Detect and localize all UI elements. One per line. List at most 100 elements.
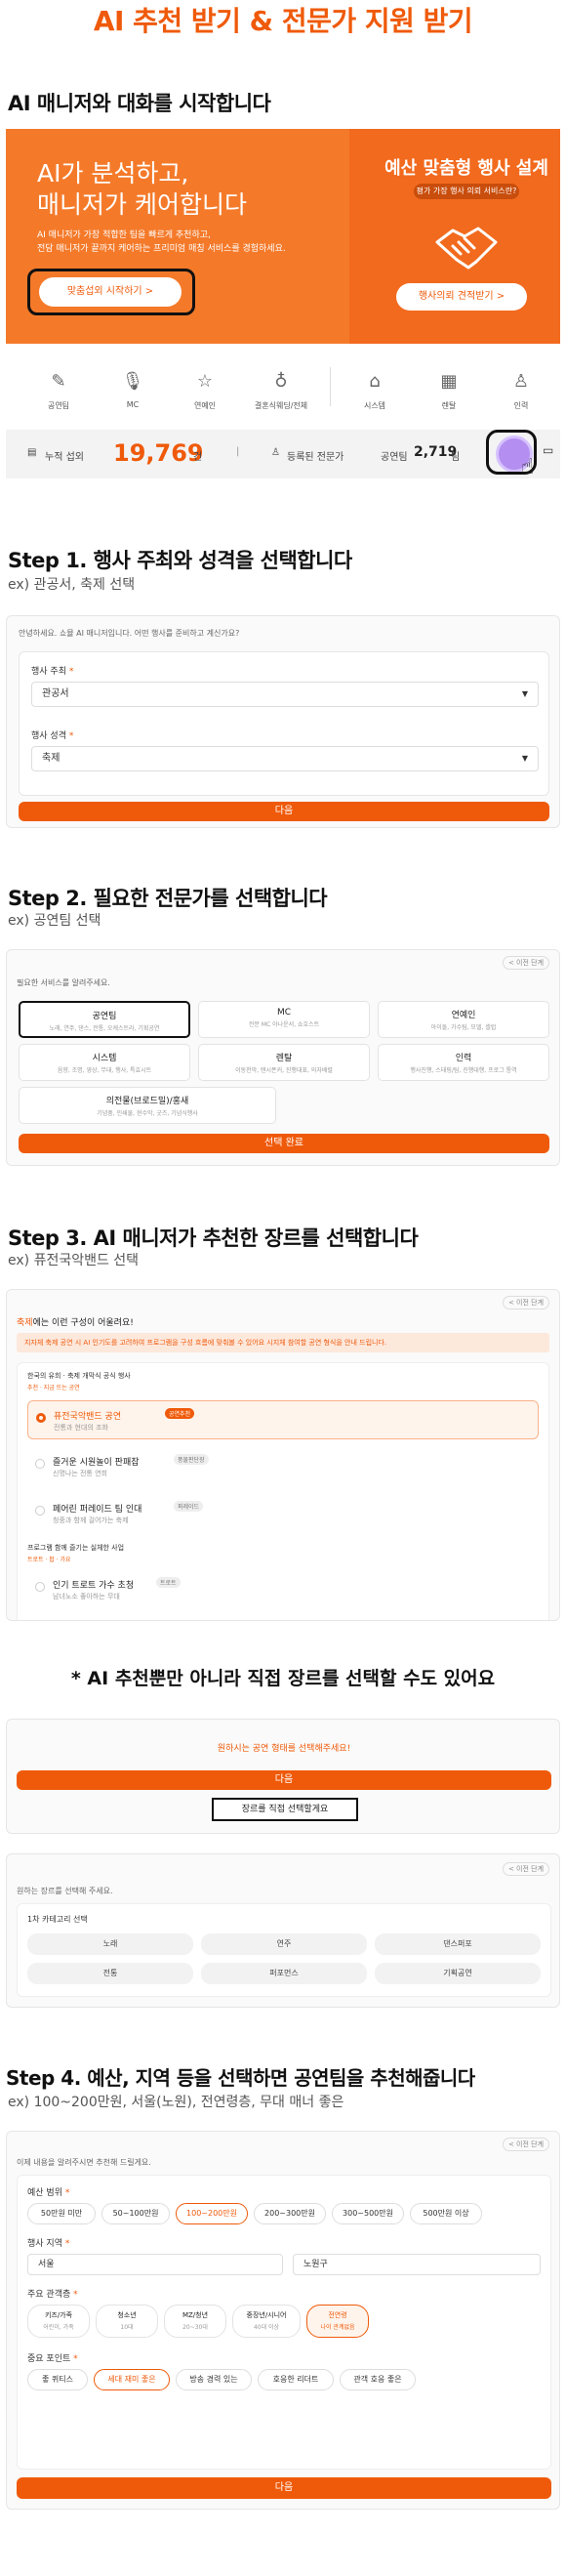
category-system[interactable]: ⌂ 시스템 <box>344 371 406 411</box>
step4-next-button[interactable]: 다음 <box>17 2477 551 2499</box>
request-quote-button[interactable]: 행사의뢰 견적받기 > <box>396 283 527 311</box>
type-select[interactable]: 축제 ▼ <box>31 746 539 771</box>
hero-right-pill: 평가 가장 행사 의뢰 서비스란? <box>414 184 519 199</box>
point-option[interactable]: 관객 호응 좋은 <box>340 2369 416 2390</box>
section-heading-chat: AI 매니저와 대화를 시작합니다 <box>8 92 271 115</box>
step3-panel: < 이전 단계 축제에는 이런 구성이 어울려요! 지자체 축제 공연 시 AI… <box>6 1289 560 1621</box>
audience-mz[interactable]: MZ/청년 20~30대 <box>164 2305 226 2338</box>
step2-heading: Step 2. 필요한 전문가를 선택합니다 <box>8 887 328 910</box>
category-rental[interactable]: ▦ 렌탈 <box>418 371 480 411</box>
option-trot[interactable]: 인기 트로트 가수 초청 트로트 남녀노소 좋아하는 무대 <box>27 1570 539 1609</box>
step4-heading: Step 4. 예산, 지역 등을 선택하면 공연팀을 추천해줍니다 <box>6 2066 475 2090</box>
budget-option[interactable]: 300~500만원 <box>332 2203 404 2224</box>
option-fusion-gugak[interactable]: 퓨전국악밴드 공연 공연추천 전통과 현대의 조화 <box>27 1400 539 1439</box>
host-select[interactable]: 관공서 ▼ <box>31 682 539 707</box>
chevron-down-icon: ▼ <box>521 689 528 698</box>
step2-panel: < 이전 단계 필요한 서비스를 알려주세요. 공연팀 노래, 연주, 댄스, 전… <box>6 949 560 1166</box>
point-option[interactable]: 좋 퀴티스 <box>27 2369 88 2390</box>
budget-option-selected[interactable]: 100~200만원 <box>176 2203 248 2224</box>
stats-separator: | <box>236 446 240 457</box>
audience-senior[interactable]: 중장년/시니어 40대 이상 <box>232 2305 301 2338</box>
hero-title: AI가 분석하고, 매니저가 케어합니다 <box>37 159 247 219</box>
document-icon: ▤ <box>27 447 37 458</box>
step3-intro: 축제에는 이런 구성이 어울려요! <box>17 1318 134 1328</box>
audience-teen[interactable]: 청소년 10대 <box>96 2305 158 2338</box>
stats-bar: ▤ 누적 섭외 19,769 건 | ♙ 등록된 전문가 공연팀 2,719 팀… <box>6 430 560 479</box>
microphone-icon: 🎙 <box>121 371 144 392</box>
budget-option[interactable]: 200~300만원 <box>254 2203 326 2224</box>
service-mc[interactable]: MC 전문 MC 아나운서, 쇼호스트 <box>198 1001 370 1038</box>
category-mc[interactable]: 🎙 MC <box>101 371 164 409</box>
step1-next-button[interactable]: 다음 <box>19 802 549 821</box>
service-system[interactable]: 시스템 음향, 조명, 영상, 무대, 행사, 특효시트 <box>19 1044 190 1081</box>
budget-option[interactable]: 500만원 이상 <box>410 2203 482 2224</box>
point-option[interactable]: 호응한 리더트 <box>258 2369 334 2390</box>
ring-icon: ♁ <box>274 371 288 392</box>
category-performance[interactable]: ✎ 공연팀 <box>27 371 90 411</box>
handshake-icon <box>435 227 498 270</box>
region-city-select[interactable]: 서울 <box>27 2254 283 2275</box>
genre-performance[interactable]: 퍼포먼스 <box>201 1963 367 1984</box>
direct-select-note: * AI 추천뿐만 아니라 직접 장르를 선택할 수도 있어요 <box>70 1668 496 1689</box>
service-performance[interactable]: 공연팀 노래, 연주, 댄스, 전통, 오케스트라, 기획공연 <box>19 1001 190 1038</box>
category-celebrity[interactable]: ☆ 연예인 <box>174 371 236 411</box>
budget-option[interactable]: 50만원 미만 <box>27 2203 96 2224</box>
service-rental[interactable]: 렌탈 이동천막, 탠시폰커, 진행대표, 의자배렬 <box>198 1044 370 1081</box>
step1-panel: 안녕하세요. 쇼뮬 AI 매니저입니다. 어떤 행사를 준비하고 계신가요? 행… <box>6 615 560 828</box>
service-staff[interactable]: 인력 행사진행, 스태핑/팀, 진행대행, 프로그 통역 <box>378 1044 549 1081</box>
step3-prev-button[interactable]: < 이전 단계 <box>503 1296 549 1309</box>
hero-right-title: 예산 맞춤형 행사 설계 <box>384 158 548 179</box>
genre-box: 1차 카테고리 선택 노래 연주 댄스퍼포 전통 퍼포먼스 기획공연 <box>17 1903 551 1997</box>
genre-planned[interactable]: 기획공연 <box>375 1963 541 1984</box>
service-celebrity[interactable]: 연예인 아이돌, 가수팀, 모델, 셀럽 <box>378 1001 549 1038</box>
step4-prompt: 이제 내용을 알려주시면 추천해 드릴게요. <box>17 2158 151 2167</box>
genre-dance[interactable]: 댄스퍼포 <box>375 1933 541 1955</box>
step2-example: ex) 공연팀 선택 <box>8 913 101 929</box>
step2-prev-button[interactable]: < 이전 단계 <box>503 956 549 970</box>
page-title: AI 추천 받기 & 전문가 지원 받기 <box>93 5 473 37</box>
performance-unit: 팀 <box>451 452 461 463</box>
step3-heading: Step 3. AI 매니저가 추천한 장르를 선택합니다 <box>8 1226 419 1250</box>
audience-kids[interactable]: 키즈/가족 어린이, 가족 <box>27 2305 90 2338</box>
point-option[interactable]: 방송 경력 있는 <box>176 2369 252 2390</box>
registered-label: 등록된 전문가 <box>287 452 344 463</box>
step2-prompt: 필요한 서비스를 알려주세요. <box>17 978 110 987</box>
step3-warning: 지자체 축제 공연 시 AI 인기도를 고려하여 프로그램을 구성 흐름에 맞춰… <box>17 1333 549 1352</box>
category-staff[interactable]: ♙ 인력 <box>490 371 552 411</box>
chevron-down-icon: ▼ <box>521 754 528 763</box>
budget-option[interactable]: 50~100만원 <box>101 2203 170 2224</box>
group1-title: 한국의 유희 · 축제 개막식 공식 행사 <box>27 1372 131 1380</box>
genre-prev-button[interactable]: < 이전 단계 <box>503 1862 549 1876</box>
category-divider <box>330 367 331 406</box>
audience-all-selected[interactable]: 전연령 나이 관계없음 <box>306 2305 369 2338</box>
step3-example: ex) 퓨전국악밴드 선택 <box>8 1253 140 1268</box>
step2-confirm-button[interactable]: 선택 완료 <box>19 1134 549 1153</box>
direct-top-panel: 원하시는 공연 형태를 선택해주세요! 다음 장르를 직접 선택할게요 <box>6 1719 560 1834</box>
genre-traditional[interactable]: 전통 <box>27 1963 193 1984</box>
option-parade[interactable]: 페어린 퍼레이드 팀 인대 퍼레이드 청중과 함께 걸어가는 축제 <box>27 1494 539 1533</box>
region-label: 행사 지역 * <box>27 2239 70 2249</box>
cumulative-label: 누적 섭외 <box>45 452 84 463</box>
genre-instrument[interactable]: 연주 <box>201 1933 367 1955</box>
step4-form: 예산 범위 * 50만원 미만 50~100만원 100~200만원 200~3… <box>17 2175 551 2470</box>
step4-example: ex) 100~200만원, 서울(노원), 전연령층, 무대 매너 좋은 <box>8 2095 344 2110</box>
category-wedding[interactable]: ♁ 결혼식웨딩/전체 <box>250 371 312 411</box>
direct-next-button[interactable]: 다음 <box>17 1770 551 1790</box>
step4-prev-button[interactable]: < 이전 단계 <box>503 2138 549 2151</box>
audience-label: 주요 관객층 * <box>27 2290 78 2300</box>
option-traditional-play[interactable]: 즐거운 시원놀이 판패잡 풍물판단장 신명나는 전통 연희 <box>27 1447 539 1486</box>
region-district-select[interactable]: 노원구 <box>293 2254 541 2275</box>
point-option-selected[interactable]: 세대 재미 좋은 <box>94 2369 170 2390</box>
pen-icon: ✎ <box>51 371 66 392</box>
rental-icon: ▦ <box>440 371 458 392</box>
hero-banner: AI가 분석하고, 매니저가 케어합니다 AI 매니저가 가장 적합한 팀을 빠르… <box>6 129 560 344</box>
group2-title: 프로그램 함께 즐기는 실체한 사업 <box>27 1544 125 1552</box>
hero-left-panel: AI가 분석하고, 매니저가 케어합니다 AI 매니저가 가장 적합한 팀을 빠르… <box>6 129 349 344</box>
step1-form: 행사 주최 * 관공서 ▼ 행사 성격 * 축제 ▼ <box>19 651 549 796</box>
service-goods[interactable]: 의전물(브로드밀)/홍새 기념품, 인쇄물, 현수막, 굿즈, 기념식행사 <box>19 1087 276 1124</box>
direct-genre-button[interactable]: 장르를 직접 선택할게요 <box>212 1798 358 1821</box>
person-icon: ♙ <box>512 371 530 392</box>
host-label: 행사 주최 * <box>31 667 74 677</box>
genre-song[interactable]: 노래 <box>27 1933 193 1955</box>
genre-prompt: 원하는 장르를 선택해 주세요. <box>17 1887 113 1895</box>
